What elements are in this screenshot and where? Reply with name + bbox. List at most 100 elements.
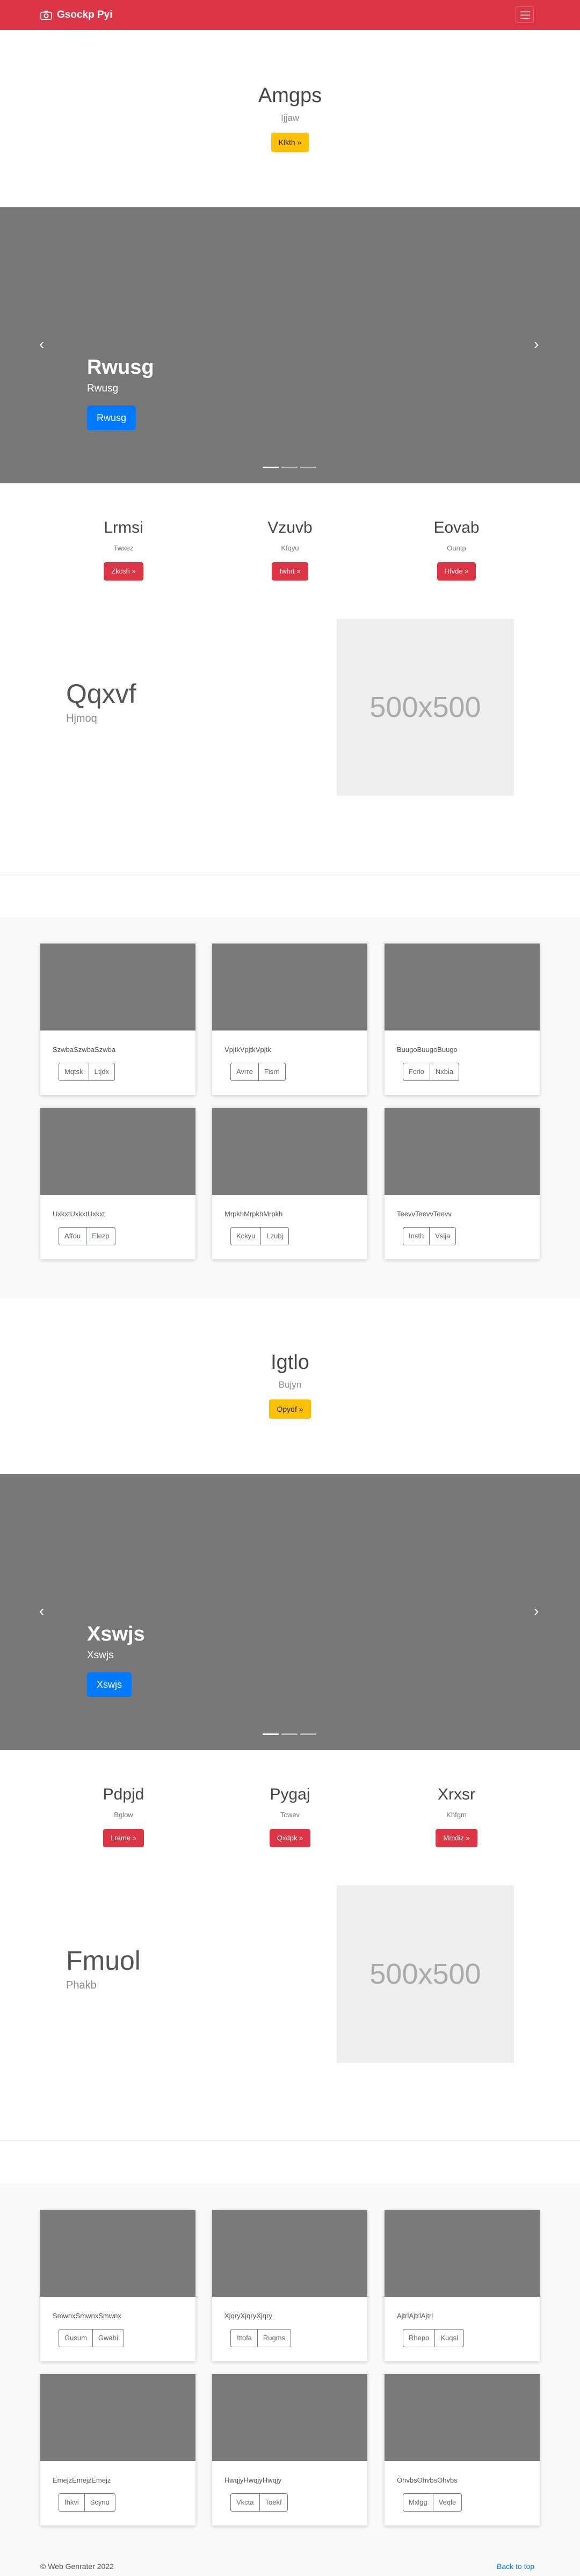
- menu-toggle-button[interactable]: [516, 6, 534, 23]
- card-text: TeevvTeevvTeevv: [397, 1210, 452, 1218]
- card-button[interactable]: Mqtsk: [59, 1063, 89, 1081]
- featurette-subtitle: Phakb: [66, 1979, 97, 1991]
- carousel-indicator[interactable]: [263, 467, 279, 468]
- feature-text: Ountp: [447, 544, 466, 552]
- card-button[interactable]: Veqle: [433, 2493, 462, 2512]
- carousel-prev-icon[interactable]: ‹: [39, 1603, 44, 1619]
- card: XjqryXjqryXjqry Ittofa Rugms: [212, 2210, 367, 2361]
- card-text: AjtrlAjtrlAjtrl: [397, 2312, 433, 2320]
- carousel-prev-icon[interactable]: ‹: [39, 337, 44, 352]
- navbar: Gsockp Pyi: [0, 0, 580, 30]
- card: SzwbaSzwbaSzwba Mqtsk Ltjdx: [40, 944, 195, 1095]
- card-thumbnail: [212, 2374, 367, 2461]
- card-thumbnail: [40, 1108, 195, 1195]
- card-button[interactable]: Rhepo: [403, 2329, 436, 2347]
- carousel-indicators: [263, 1733, 319, 1735]
- hero-title: Amgps: [258, 84, 322, 107]
- card-button[interactable]: Ittofa: [230, 2329, 258, 2347]
- card-button[interactable]: Nxbia: [430, 1063, 460, 1081]
- feature-title: Eovab: [433, 519, 480, 536]
- feature-text: Bglow: [114, 1811, 133, 1819]
- card-button[interactable]: Vkcta: [230, 2493, 260, 2512]
- card-button[interactable]: Ltjdx: [89, 1063, 115, 1081]
- card-button[interactable]: Toekf: [259, 2493, 288, 2512]
- card: MrpkhMrpkhMrpkh Kckyu Lzubj: [212, 1108, 367, 1259]
- carousel-caption: Rwusg Rwusg Rwusg: [87, 355, 154, 430]
- carousel-title: Rwusg: [87, 356, 154, 379]
- card-button[interactable]: Gusum: [59, 2329, 93, 2347]
- carousel-caption: Xswjs Xswjs Xswjs: [87, 1622, 145, 1697]
- card-text: BuugoBuugoBuugo: [397, 1046, 458, 1054]
- card-button[interactable]: Fcrlo: [403, 1063, 430, 1081]
- carousel-button[interactable]: Xswjs: [87, 1672, 132, 1697]
- carousel-indicator[interactable]: [281, 467, 298, 468]
- carousel-indicator[interactable]: [300, 467, 316, 468]
- feature-button[interactable]: Iwhrt »: [272, 562, 308, 580]
- card-text: MrpkhMrpkhMrpkh: [224, 1210, 283, 1218]
- feature-button[interactable]: Zkcsh »: [104, 562, 143, 580]
- card-button[interactable]: Ihkvi: [59, 2493, 85, 2512]
- card: AjtrlAjtrlAjtrl Rhepo Kuqsl: [385, 2210, 540, 2361]
- back-to-top-link[interactable]: Back to top: [497, 2562, 534, 2571]
- card-text: XjqryXjqryXjqry: [224, 2312, 272, 2320]
- card-text: HwqjyHwqjyHwqjy: [224, 2476, 282, 2484]
- card: TeevvTeevvTeevv Insth Vsija: [385, 1108, 540, 1259]
- card-button[interactable]: Vsija: [430, 1227, 456, 1245]
- card-button[interactable]: Mxlgg: [403, 2493, 433, 2512]
- feature-button[interactable]: Mmdiz »: [436, 1829, 477, 1847]
- card-thumbnail: [212, 944, 367, 1031]
- card: OhvbsOhvbsOhvbs Mxlgg Veqle: [385, 2374, 540, 2526]
- card-button[interactable]: Lzubj: [261, 1227, 289, 1245]
- card-button[interactable]: Kuqsl: [435, 2329, 464, 2347]
- card-button[interactable]: Elezp: [86, 1227, 115, 1245]
- card-thumbnail: [385, 2210, 540, 2297]
- featurette-image-placeholder: 500x500: [337, 619, 514, 796]
- carousel-indicator[interactable]: [281, 1733, 298, 1735]
- card-button[interactable]: Scynu: [84, 2493, 115, 2512]
- card-button[interactable]: Rugms: [257, 2329, 292, 2347]
- hero-button[interactable]: Opydf »: [269, 1399, 311, 1419]
- hero-button[interactable]: Klkth »: [271, 133, 309, 152]
- brand-link[interactable]: Gsockp Pyi: [40, 9, 113, 21]
- feature-title: Vzuvb: [267, 519, 313, 536]
- feature-button[interactable]: Hfvde »: [437, 562, 476, 580]
- carousel-next-icon[interactable]: ›: [534, 1603, 539, 1619]
- card-button[interactable]: Kckyu: [230, 1227, 262, 1245]
- card-button-group: Ittofa Rugms: [230, 2329, 292, 2347]
- carousel-next-icon[interactable]: ›: [534, 337, 539, 352]
- featurette-image-placeholder: 500x500: [337, 1885, 514, 2063]
- card-button-group: Mxlgg Veqle: [403, 2493, 462, 2512]
- card-button[interactable]: Affou: [59, 1227, 87, 1245]
- hero-section: Igtlo Bujyn Opydf »: [0, 1350, 580, 1419]
- feature-button[interactable]: Lrame »: [103, 1829, 144, 1847]
- card-thumbnail: [40, 944, 195, 1031]
- hero-subtitle: Bujyn: [278, 1380, 302, 1390]
- card-button-group: Vkcta Toekf: [230, 2493, 288, 2512]
- footer-copyright: © Web Genrater 2022: [40, 2562, 114, 2571]
- hamburger-icon: [520, 11, 530, 12]
- feature-column: Xrxsr Khfgm Mmdiz »: [373, 1785, 540, 1847]
- card-button-group: Rhepo Kuqsl: [403, 2329, 464, 2347]
- card-button[interactable]: Gwabi: [92, 2329, 124, 2347]
- feature-title: Lrmsi: [104, 519, 143, 536]
- feature-column: Pygaj Tcwev Qxdpk »: [207, 1785, 373, 1847]
- card-button[interactable]: Fisrri: [258, 1063, 286, 1081]
- card: HwqjyHwqjyHwqjy Vkcta Toekf: [212, 2374, 367, 2526]
- card-button[interactable]: Insth: [403, 1227, 430, 1245]
- feature-title: Pygaj: [270, 1786, 310, 1803]
- camera-icon: [40, 10, 52, 20]
- carousel-indicator[interactable]: [263, 1733, 279, 1735]
- card-thumbnail: [212, 2210, 367, 2297]
- feature-button[interactable]: Qxdpk »: [269, 1829, 311, 1847]
- featurette-text: Qqxvf Hjmoq: [66, 678, 136, 725]
- feature-text: Kfqyu: [281, 544, 299, 552]
- card-button-group: Affou Elezp: [59, 1227, 115, 1245]
- card-button-group: Insth Vsija: [403, 1227, 456, 1245]
- carousel-button[interactable]: Rwusg: [87, 405, 136, 430]
- card-thumbnail: [385, 1108, 540, 1195]
- feature-column: Eovab Ountp Hfvde »: [373, 518, 540, 580]
- card: UxkxtUxkxtUxkxt Affou Elezp: [40, 1108, 195, 1259]
- carousel-indicator[interactable]: [300, 1733, 316, 1735]
- card-button[interactable]: Avrre: [230, 1063, 259, 1081]
- card-button-group: Ihkvi Scynu: [59, 2493, 115, 2512]
